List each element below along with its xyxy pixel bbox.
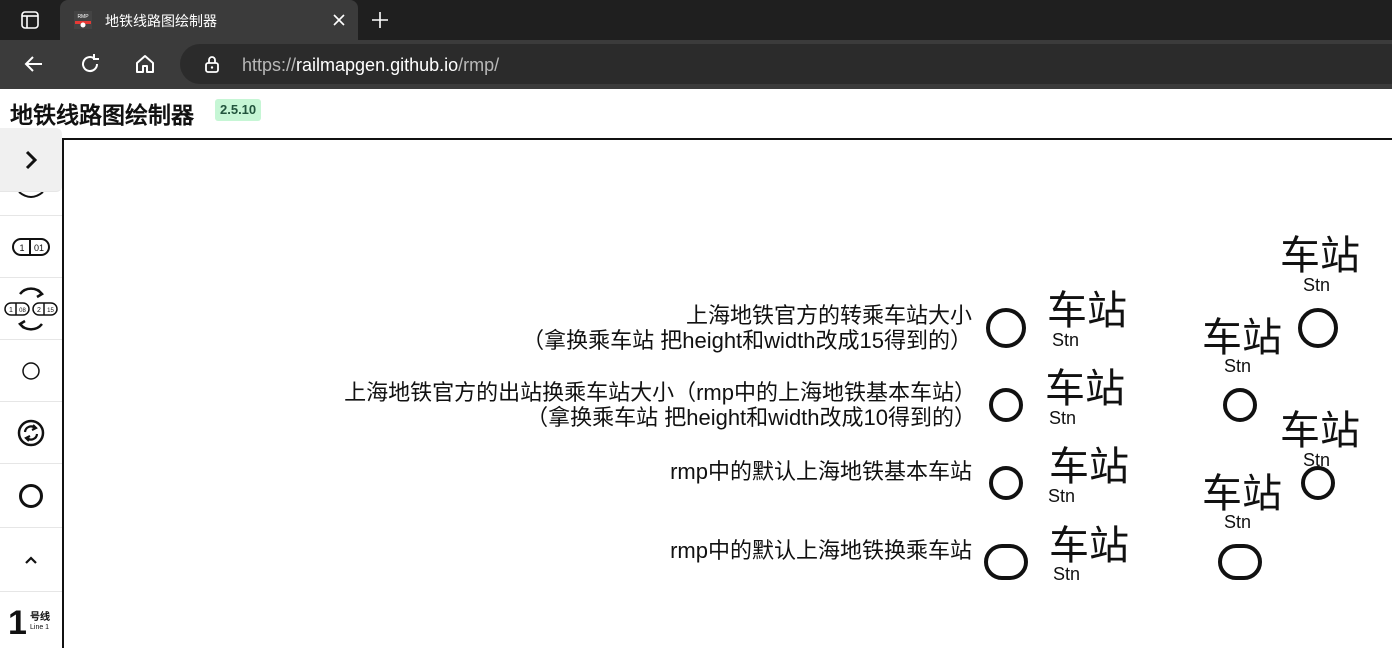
badge-pair-b: 08 <box>19 308 26 314</box>
line-number-badge-icon: 1 01 <box>12 237 50 256</box>
station-name-zh[interactable]: 车站 <box>1045 369 1125 409</box>
label-official-exit-line2: （拿换乘车站 把height和width改成10得到的） <box>526 405 976 430</box>
line-badge-en: Line 1 <box>30 624 50 631</box>
sidebar-partial-tool[interactable] <box>0 192 62 216</box>
collapse-group-button[interactable] <box>0 528 62 592</box>
partial-station-icon <box>18 192 44 198</box>
map-canvas[interactable]: 上海地铁官方的转乘车站大小 （拿换乘车站 把height和width改成15得到… <box>62 138 1392 648</box>
tool-interchange-badge[interactable]: 1 08 2 15 <box>0 278 62 340</box>
label-default-basic[interactable]: rmp中的默认上海地铁基本车站 <box>670 459 972 484</box>
url-text[interactable]: https://railmapgen.github.io/rmp/ <box>242 55 499 76</box>
expand-sidebar-button[interactable] <box>0 128 62 192</box>
label-official-interchange-line1: 上海地铁官方的转乘车站大小 <box>685 303 972 328</box>
url-scheme: https:// <box>242 55 297 75</box>
browser-tab-bar: RMP 地铁线路图绘制器 <box>0 0 1392 40</box>
station-name-en[interactable]: Stn <box>1052 330 1079 350</box>
new-tab-icon[interactable] <box>370 10 390 30</box>
badge-number-right: 01 <box>34 243 44 253</box>
home-icon[interactable] <box>131 50 159 78</box>
label-official-interchange[interactable]: 上海地铁官方的转乘车站大小 （拿换乘车站 把height和width改成15得到… <box>522 303 972 353</box>
tool-line-badge[interactable]: 1 01 <box>0 216 62 278</box>
back-icon[interactable] <box>20 50 48 78</box>
line-name-badge: 1 号线 Line 1 <box>6 606 56 640</box>
station-name-en[interactable]: Stn <box>1048 486 1075 506</box>
lock-icon[interactable] <box>202 54 222 74</box>
badge-pair-d: 15 <box>47 308 54 314</box>
tool-interchange-station[interactable] <box>0 402 62 464</box>
station-name-zh[interactable]: 车站 <box>1049 526 1129 566</box>
station-right-exit[interactable] <box>1223 388 1257 422</box>
tool-line-name-badge[interactable]: 1 号线 Line 1 <box>0 592 62 640</box>
station-name-zh[interactable]: 车站 <box>1202 474 1282 514</box>
address-bar[interactable]: https://railmapgen.github.io/rmp/ <box>180 44 1392 84</box>
station-official-interchange[interactable] <box>986 308 1026 348</box>
station-official-exit[interactable] <box>989 388 1023 422</box>
station-name-en[interactable]: Stn <box>1053 564 1080 584</box>
browser-toolbar: https://railmapgen.github.io/rmp/ <box>0 40 1392 89</box>
line-badge-number: 1 <box>8 604 27 642</box>
chevron-up-icon <box>25 555 37 564</box>
url-path: /rmp/ <box>458 55 500 75</box>
label-official-interchange-line2: （拿换乘车站 把height和width改成15得到的） <box>522 328 972 353</box>
interchange-station-icon <box>17 419 45 446</box>
refresh-icon[interactable] <box>76 50 104 78</box>
tab-title: 地铁线路图绘制器 <box>105 13 217 29</box>
station-name-en[interactable]: Stn <box>1224 356 1251 376</box>
badge-pair-a: 1 <box>9 307 13 314</box>
rmp-favicon-icon: RMP <box>74 11 92 29</box>
small-circle-station-icon <box>22 361 40 380</box>
line-badge-zh: 号线 <box>30 612 50 623</box>
label-official-exit[interactable]: 上海地铁官方的出站换乘车站大小（rmp中的上海地铁基本车站） （拿换乘车站 把h… <box>344 380 976 430</box>
station-right-interchange[interactable] <box>1298 308 1338 348</box>
station-name-zh[interactable]: 车站 <box>1280 236 1360 276</box>
close-tab-icon[interactable] <box>330 11 348 29</box>
station-name-en[interactable]: Stn <box>1303 275 1330 295</box>
badge-pair-c: 2 <box>37 307 41 314</box>
station-default-basic[interactable] <box>989 466 1023 500</box>
station-name-zh[interactable]: 车站 <box>1047 291 1127 331</box>
interchange-badge-icon: 1 08 2 15 <box>4 286 58 331</box>
label-official-exit-line1: 上海地铁官方的出站换乘车站大小（rmp中的上海地铁基本车站） <box>344 380 976 405</box>
svg-text:RMP: RMP <box>77 14 89 20</box>
label-default-interchange[interactable]: rmp中的默认上海地铁换乘车站 <box>670 538 972 563</box>
version-badge: 2.5.10 <box>215 99 262 121</box>
tool-basic-station[interactable] <box>0 340 62 402</box>
chevron-right-icon <box>25 150 38 169</box>
tool-shmetro-station[interactable] <box>0 464 62 528</box>
bold-circle-station-icon <box>19 483 43 508</box>
station-right-basic[interactable] <box>1301 466 1335 500</box>
badge-number-left: 1 <box>19 243 24 253</box>
browser-tab-active[interactable]: RMP 地铁线路图绘制器 <box>60 0 358 40</box>
station-name-en[interactable]: Stn <box>1049 408 1076 428</box>
app-title: 地铁线路图绘制器 <box>10 102 194 128</box>
station-name-en[interactable]: Stn <box>1224 512 1251 532</box>
station-name-zh[interactable]: 车站 <box>1202 318 1282 358</box>
tool-sidebar: 1 01 1 08 2 15 1 号线 Line 1 <box>0 128 62 640</box>
station-right-default-interchange[interactable] <box>1218 544 1262 580</box>
url-host: railmapgen.github.io <box>296 55 459 75</box>
tab-actions-icon[interactable] <box>0 0 60 40</box>
station-name-zh[interactable]: 车站 <box>1049 447 1129 487</box>
station-name-zh[interactable]: 车站 <box>1280 411 1360 451</box>
station-default-interchange[interactable] <box>984 544 1028 580</box>
